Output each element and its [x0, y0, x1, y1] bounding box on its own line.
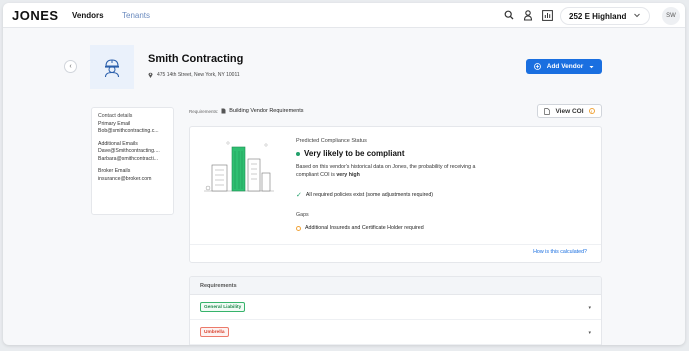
- map-pin-icon: [148, 72, 153, 78]
- add-vendor-button[interactable]: Add Vendor: [526, 59, 602, 74]
- requirement-badge: General Liability: [200, 302, 246, 312]
- user-icon[interactable]: [522, 9, 534, 21]
- status-dot-icon: [296, 151, 300, 156]
- compliance-status-text: Very likely to be compliant: [304, 149, 405, 158]
- warning-icon: !: [588, 108, 595, 114]
- avatar[interactable]: SW: [662, 7, 680, 25]
- caret-down-icon: [589, 65, 594, 68]
- additional-email[interactable]: Barbara@smithcontracti...: [98, 156, 167, 164]
- requirement-row[interactable]: Umbrella ▾: [190, 320, 601, 345]
- gap-item-text: Additional Insureds and Certificate Hold…: [305, 225, 424, 231]
- plus-circle-icon: [533, 63, 541, 70]
- requirements-label: Requirements:: [189, 108, 219, 114]
- warning-circle-icon: [296, 225, 301, 231]
- requirement-badge: Umbrella: [200, 327, 229, 337]
- document-icon: [221, 108, 226, 114]
- primary-email[interactable]: Bob@smithcontracting.c...: [98, 128, 167, 136]
- app-window: JONES Vendors Tenants 252 E Highland SW …: [3, 3, 685, 345]
- broker-email[interactable]: insurance@broker.com: [98, 176, 167, 184]
- compliance-label: Predicted Compliance Status: [296, 138, 367, 144]
- policy-check-text: All required policies exist (some adjust…: [305, 192, 434, 198]
- contractor-icon: [104, 59, 120, 78]
- vendor-address: 475 14th Street, New York, NY 10011: [148, 72, 240, 78]
- policy-check: ✓ All required policies exist (some adju…: [296, 191, 433, 199]
- additional-email[interactable]: Dave@Smithcontracting....: [98, 148, 167, 156]
- tab-tenants[interactable]: Tenants: [122, 11, 150, 20]
- view-coi-label: View COI: [555, 107, 584, 115]
- divider: [190, 244, 601, 245]
- vendor-avatar: [90, 45, 134, 89]
- address-text: 475 14th Street, New York, NY 10011: [157, 72, 240, 78]
- additional-emails-label: Additional Emails: [98, 140, 138, 147]
- chevron-down-icon: [633, 11, 641, 21]
- building-select[interactable]: 252 E Highland: [560, 7, 650, 25]
- how-calculated-link[interactable]: How is this calculated?: [533, 249, 587, 255]
- caret-down-icon[interactable]: ▾: [588, 330, 591, 336]
- requirements-table: Requirements General Liability ▾ Umbrell…: [189, 276, 602, 345]
- contact-details-title: Contact details: [98, 113, 133, 119]
- gaps-label: Gaps: [296, 212, 309, 218]
- requirements-table-header: Requirements: [190, 277, 601, 295]
- requirements-value[interactable]: Building Vendor Requirements: [229, 108, 303, 114]
- view-coi-button[interactable]: View COI !: [537, 104, 602, 118]
- checkmark-icon: ✓: [296, 192, 302, 199]
- requirements-selector: Requirements: Building Vendor Requiremen…: [189, 108, 304, 114]
- logo: JONES: [12, 8, 59, 23]
- add-vendor-label: Add Vendor: [546, 63, 584, 70]
- search-icon[interactable]: [503, 9, 515, 21]
- description-emphasis: very high: [336, 172, 360, 178]
- contact-details-card: Contact details Primary Email Bob@smithc…: [91, 107, 174, 215]
- caret-down-icon[interactable]: ▾: [588, 305, 591, 311]
- gap-item: Additional Insureds and Certificate Hold…: [296, 225, 424, 231]
- document-icon: [544, 107, 551, 115]
- building-select-label: 252 E Highland: [569, 11, 627, 21]
- description-text: Based on this vendor's historical data o…: [296, 164, 476, 178]
- tab-vendors[interactable]: Vendors: [72, 11, 104, 20]
- compliance-card: Predicted Compliance Status Very likely …: [189, 126, 602, 263]
- primary-email-label: Primary Email: [98, 120, 131, 127]
- requirement-row[interactable]: General Liability ▾: [190, 295, 601, 320]
- top-nav: JONES Vendors Tenants 252 E Highland SW: [3, 3, 685, 28]
- compliance-status: Very likely to be compliant: [296, 149, 404, 158]
- chart-icon[interactable]: [541, 9, 553, 21]
- back-button[interactable]: ‹: [64, 60, 77, 73]
- chevron-left-icon: ‹: [69, 63, 72, 70]
- compliance-description: Based on this vendor's historical data o…: [296, 163, 496, 179]
- broker-emails-label: Broker Emails: [98, 168, 131, 174]
- buildings-illustration: [204, 141, 274, 192]
- vendor-name: Smith Contracting: [148, 53, 244, 65]
